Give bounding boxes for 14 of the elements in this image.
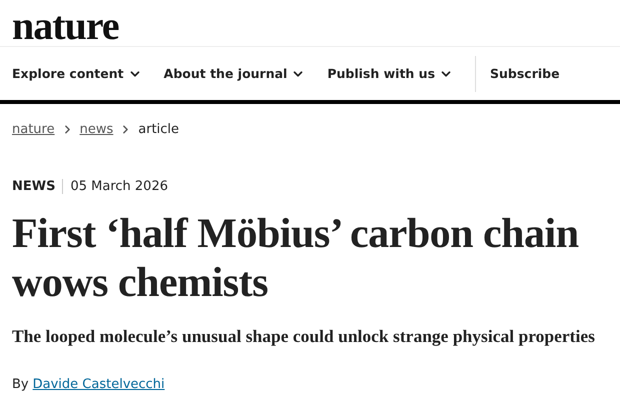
article-type: NEWS xyxy=(12,179,64,194)
article-standfirst: The looped molecule’s unusual shape could unlock strange physical properties xyxy=(12,326,596,347)
article-title: First ‘half Möbius’ carbon chain wows chemists xyxy=(12,210,580,308)
nav-link[interactable]: Subscribe xyxy=(475,56,560,92)
breadcrumb-link[interactable]: nature xyxy=(12,122,55,137)
nature-logo[interactable]: nature xyxy=(12,2,119,48)
nav-link[interactable]: About the journal xyxy=(164,56,306,92)
publish-date: 05 March 2026 xyxy=(70,179,168,194)
breadcrumb-current-page: article xyxy=(138,122,180,137)
byline-prefix: By xyxy=(12,377,29,392)
breadcrumb-link[interactable]: news xyxy=(80,122,114,137)
author-link[interactable]: Davide Castelvecchi xyxy=(32,377,165,392)
nav-link[interactable]: Publish with us xyxy=(327,56,454,92)
nav-link[interactable]: Explore content xyxy=(12,56,142,92)
